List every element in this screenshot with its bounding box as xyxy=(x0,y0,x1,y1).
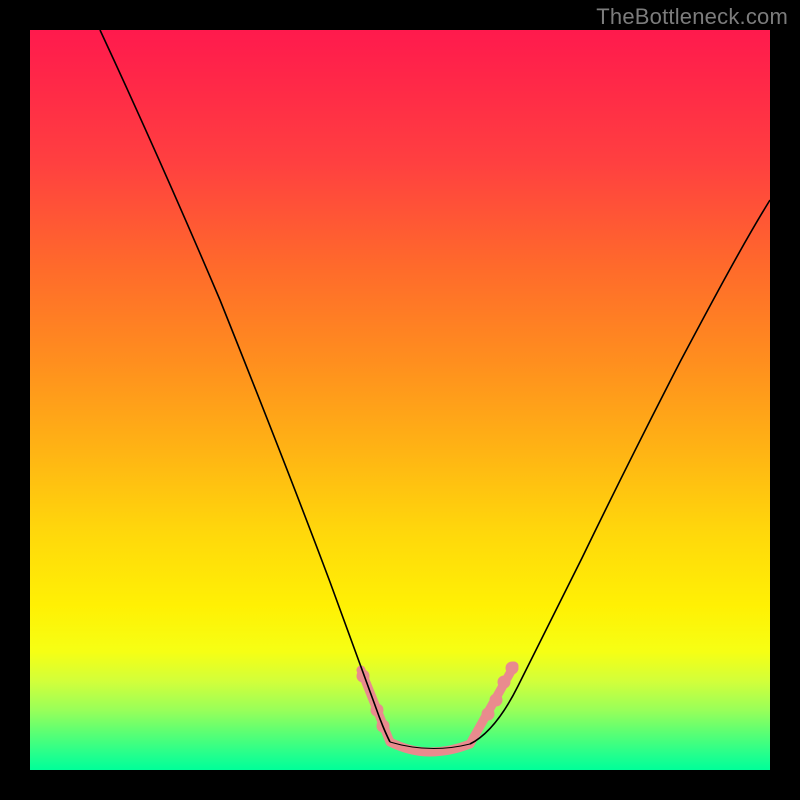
plot-area xyxy=(30,30,770,770)
chart-svg xyxy=(30,30,770,770)
marker-right-1 xyxy=(482,708,495,721)
marker-right-3 xyxy=(498,676,511,689)
watermark-text: TheBottleneck.com xyxy=(596,4,788,30)
marker-right-4 xyxy=(506,662,519,675)
marker-right-2 xyxy=(490,694,503,707)
left-curve xyxy=(100,30,390,742)
chart-frame: TheBottleneck.com xyxy=(0,0,800,800)
